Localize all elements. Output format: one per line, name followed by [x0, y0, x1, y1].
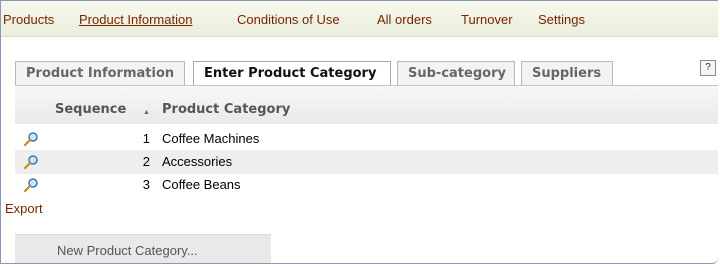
nav-settings[interactable]: Settings: [538, 12, 585, 27]
row-sequence: 1: [142, 131, 150, 146]
nav-all-orders[interactable]: All orders: [377, 12, 432, 27]
column-header-product-category[interactable]: Product Category: [162, 102, 290, 117]
new-product-category-button[interactable]: New Product Category...: [15, 234, 271, 263]
export-link[interactable]: Export: [5, 201, 43, 216]
top-navigation: Products Product Information Conditions …: [1, 1, 718, 37]
nav-conditions-of-use[interactable]: Conditions of Use: [237, 12, 340, 27]
row-sequence: 3: [142, 177, 150, 192]
row-sequence: 2: [142, 154, 150, 169]
nav-turnover[interactable]: Turnover: [461, 12, 513, 27]
table-row: 2 Accessories: [15, 150, 718, 174]
magnifier-icon[interactable]: [23, 177, 39, 193]
tab-sub-category[interactable]: Sub-category: [397, 61, 515, 85]
table-row: 3 Coffee Beans: [15, 173, 718, 197]
help-button[interactable]: ?: [700, 60, 716, 76]
sort-ascending-icon: ▲: [143, 109, 150, 116]
magnifier-icon[interactable]: [23, 154, 39, 170]
magnifier-icon[interactable]: [23, 131, 39, 147]
app-frame: Products Product Information Conditions …: [0, 0, 718, 264]
row-category: Coffee Beans: [162, 177, 241, 192]
row-category: Coffee Machines: [162, 131, 260, 146]
nav-products[interactable]: Products: [3, 12, 54, 27]
table-header: Sequence Product Category: [15, 86, 718, 124]
tab-enter-product-category[interactable]: Enter Product Category: [193, 61, 391, 86]
tab-product-information[interactable]: Product Information: [15, 61, 185, 85]
table-row: 1 Coffee Machines: [15, 127, 718, 151]
row-category: Accessories: [162, 154, 233, 169]
nav-product-information[interactable]: Product Information: [79, 12, 192, 27]
tab-suppliers[interactable]: Suppliers: [521, 61, 613, 85]
column-header-sequence[interactable]: Sequence: [55, 102, 126, 117]
